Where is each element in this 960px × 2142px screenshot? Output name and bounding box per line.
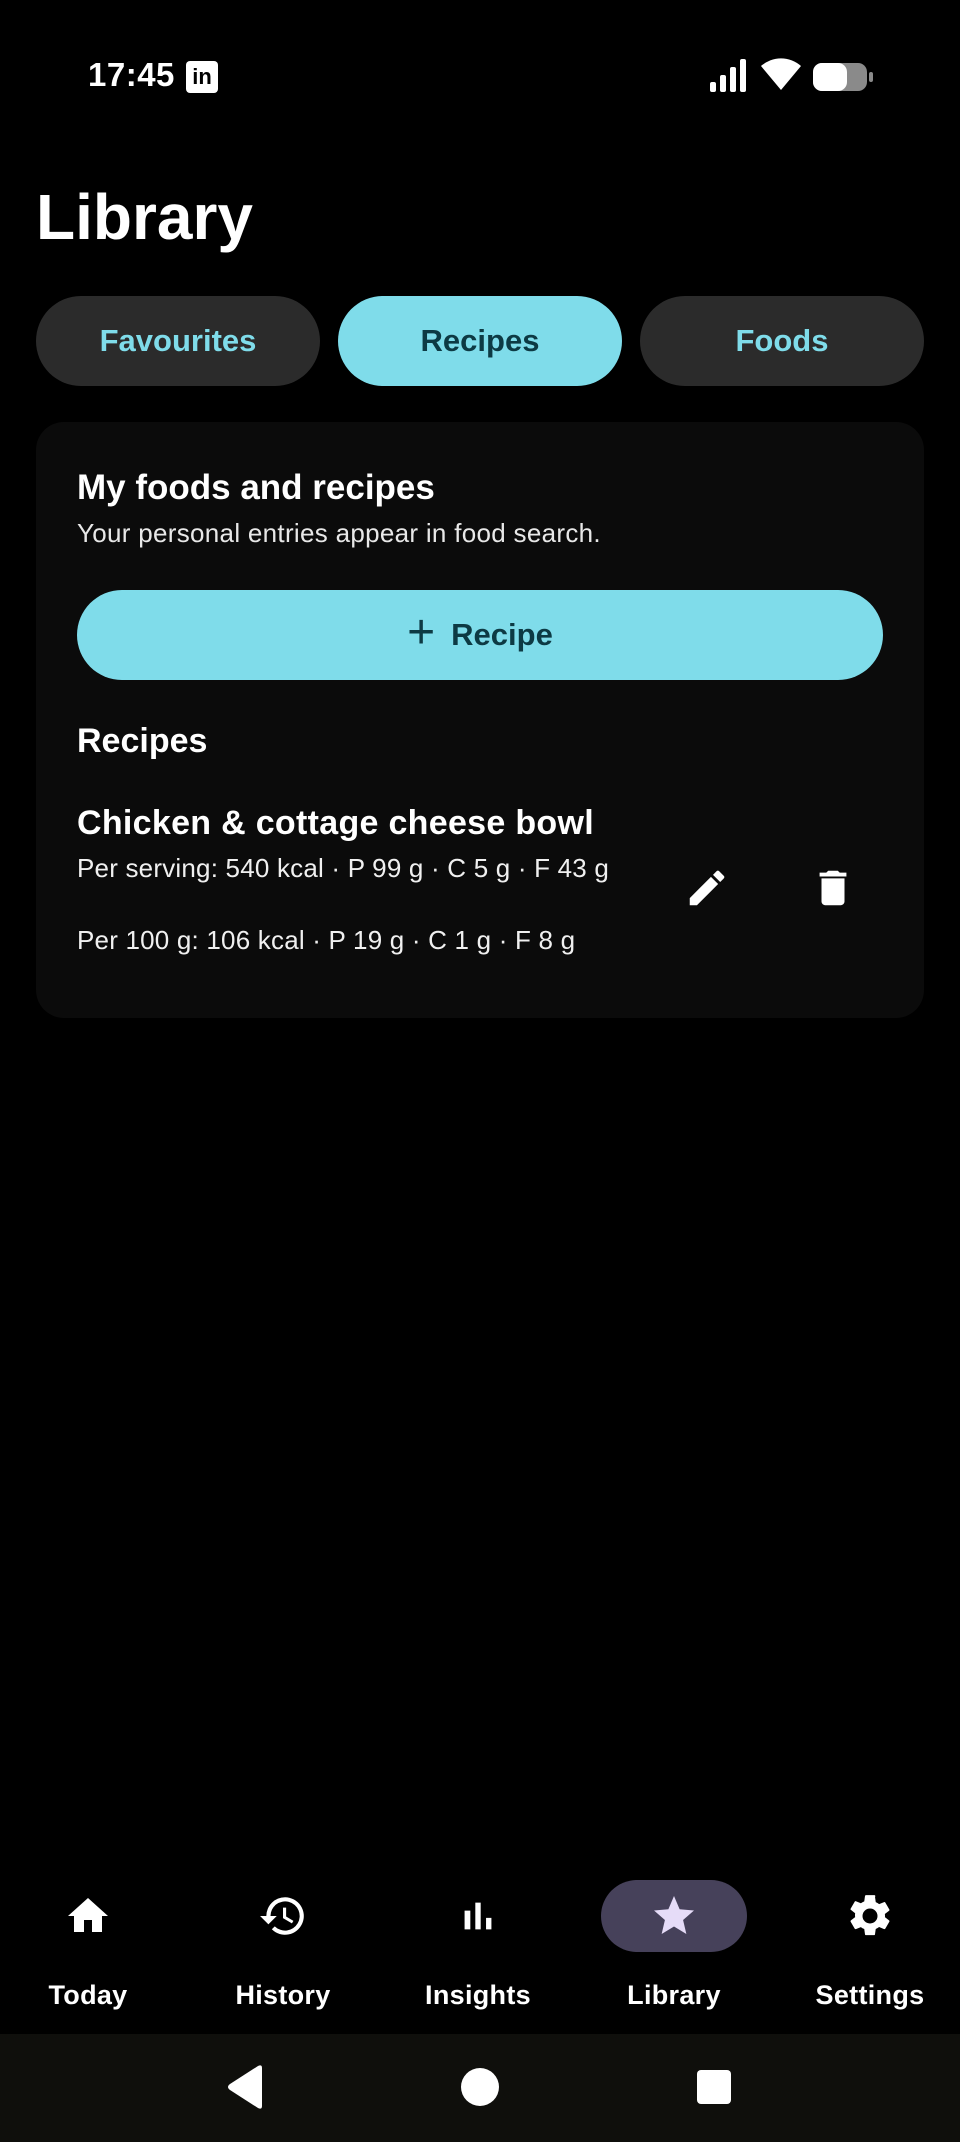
nav-pill-settings — [797, 1880, 943, 1952]
linkedin-icon: in — [186, 61, 218, 93]
status-time: 17:45 — [88, 56, 175, 93]
nav-pill-today — [15, 1880, 161, 1952]
recipe-list-item[interactable]: Chicken & cottage cheese bowl Per servin… — [77, 804, 883, 984]
recents-icon[interactable] — [697, 2070, 731, 2104]
back-icon[interactable] — [226, 2064, 266, 2110]
nav-item-insights[interactable]: Insights — [380, 1880, 576, 2020]
home-button-icon[interactable] — [461, 2068, 499, 2106]
nav-label-insights: Insights — [425, 1980, 531, 2010]
add-recipe-button[interactable]: + Recipe — [77, 590, 883, 680]
recipe-name: Chicken & cottage cheese bowl — [77, 804, 594, 842]
nav-pill-insights — [405, 1880, 551, 1952]
tab-foods[interactable]: Foods — [640, 296, 924, 386]
star-icon — [654, 1896, 694, 1934]
wifi-icon — [761, 58, 801, 90]
battery-icon — [813, 63, 873, 91]
edit-icon — [689, 870, 725, 906]
system-navigation-bar — [0, 2034, 960, 2142]
card-subtitle: Your personal entries appear in food sea… — [77, 518, 601, 548]
signal-icon — [710, 59, 746, 92]
delete-recipe-button[interactable] — [801, 856, 865, 920]
tab-recipes[interactable]: Recipes — [338, 296, 622, 386]
page-title: Library — [36, 181, 253, 253]
history-icon — [260, 1897, 304, 1935]
nav-item-settings[interactable]: Settings — [772, 1880, 960, 2020]
nav-item-today[interactable]: Today — [0, 1880, 186, 2020]
section-title-recipes: Recipes — [77, 722, 208, 760]
home-icon — [68, 1898, 108, 1932]
bottom-navigation: Today History Insights Library Settings — [0, 1860, 960, 2034]
nav-item-history[interactable]: History — [185, 1880, 381, 2020]
plus-icon: + — [407, 606, 436, 659]
my-foods-card: My foods and recipes Your personal entri… — [36, 422, 924, 1018]
card-title: My foods and recipes — [77, 468, 435, 507]
nav-label-today: Today — [48, 1980, 128, 2010]
gear-icon — [850, 1895, 890, 1936]
tab-favourites[interactable]: Favourites — [36, 296, 320, 386]
bar-chart-icon — [464, 1902, 492, 1930]
recipe-per-serving: Per serving: 540 kcal · P 99 g · C 5 g ·… — [77, 853, 610, 883]
edit-recipe-button[interactable] — [675, 856, 739, 920]
nav-pill-history — [210, 1880, 356, 1952]
nav-label-history: History — [235, 1980, 331, 2010]
nav-item-library[interactable]: Library — [576, 1880, 772, 2020]
nav-pill-library — [601, 1880, 747, 1952]
recipe-per-100g: Per 100 g: 106 kcal · P 19 g · C 1 g · F… — [77, 925, 576, 955]
nav-label-settings: Settings — [815, 1980, 925, 2010]
status-bar: 17:45 in — [0, 0, 960, 150]
add-recipe-label: Recipe — [451, 617, 553, 652]
nav-label-library: Library — [627, 1980, 721, 2010]
delete-icon — [819, 870, 847, 906]
